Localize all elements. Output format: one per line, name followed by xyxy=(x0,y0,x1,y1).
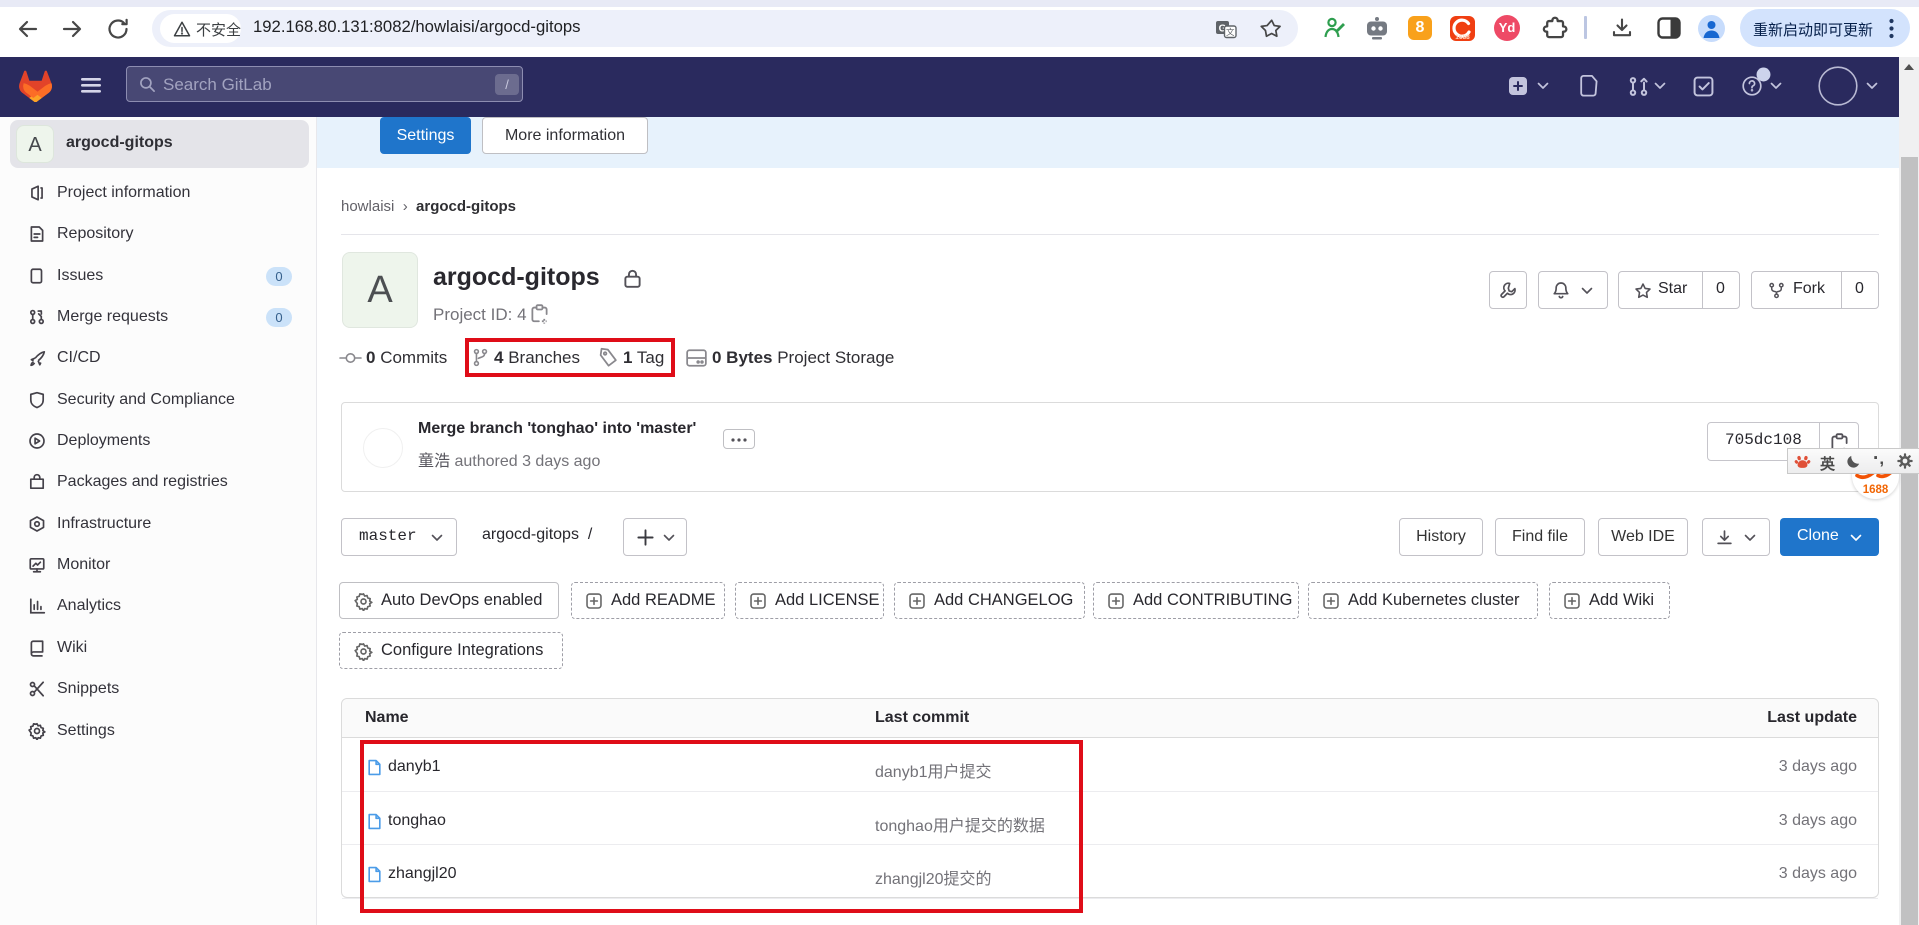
svg-text:1688: 1688 xyxy=(1863,484,1889,496)
svg-text:文: 文 xyxy=(1226,27,1235,37)
svg-text:1688: 1688 xyxy=(1455,34,1470,41)
